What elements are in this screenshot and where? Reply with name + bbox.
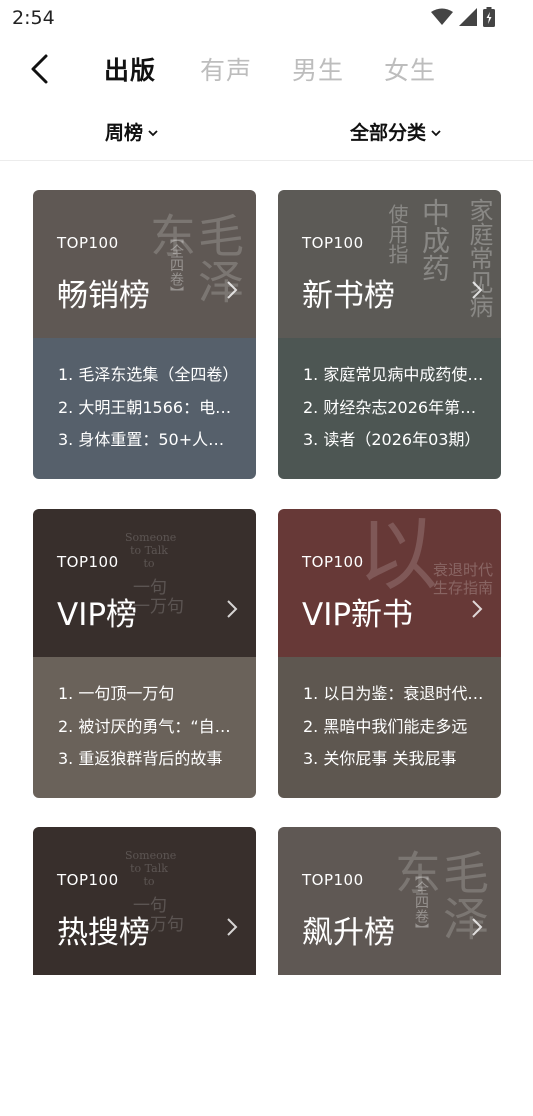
top-label: TOP100	[57, 871, 119, 889]
chevron-right-icon	[227, 281, 238, 299]
rank-item[interactable]: 3. 关你屁事 关我屁事	[303, 748, 485, 781]
card-title: 飙升榜	[302, 915, 395, 951]
card-header: 以 衰退时代 生存指南 TOP100 VIP新书	[278, 509, 501, 657]
period-dropdown[interactable]: 周榜	[105, 118, 158, 145]
top-label: TOP100	[57, 234, 119, 252]
tab-publish[interactable]: 出版	[104, 51, 156, 87]
tab-male[interactable]: 男生	[292, 51, 344, 87]
rank-item[interactable]: 1. 以日为鉴：衰退时代生存指南	[303, 683, 485, 716]
chevron-right-icon	[227, 918, 238, 936]
wifi-icon	[431, 8, 453, 25]
cover-art-subtitle: 使用指	[385, 204, 409, 264]
ranking-card-vip[interactable]: Someone to Talk to 一句 一万句 TOP100 VIP榜 1. 一…	[33, 509, 256, 798]
rank-item[interactable]: 2. 被讨厌的勇气：“自我启发之父”	[58, 716, 240, 749]
top-label: TOP100	[302, 553, 364, 571]
rank-list: 1. 家庭常见病中成药使用指南 2. 财经杂志2026年第1期 3. 读者（20…	[303, 364, 485, 462]
card-title: VIP新书	[302, 597, 414, 633]
category-dropdown[interactable]: 全部分类	[350, 118, 441, 145]
chevron-right-icon	[227, 600, 238, 618]
status-bar: 2:54	[0, 0, 533, 36]
card-list-area: 1. 毛泽东选集（全四卷） 2. 大明王朝1566：电视剧原著 3. 身体重置：…	[33, 338, 256, 479]
rank-item[interactable]: 1. 一句顶一万句	[58, 683, 240, 716]
ranking-card-rising[interactable]: 毛泽东 【全四卷】 TOP100 飙升榜	[278, 827, 501, 1116]
rank-item[interactable]: 3. 读者（2026年03期）	[303, 429, 485, 462]
rank-item[interactable]: 2. 大明王朝1566：电视剧原著	[58, 397, 240, 430]
back-arrow-icon	[31, 54, 48, 84]
tab-female[interactable]: 女生	[384, 51, 436, 87]
top-label: TOP100	[302, 871, 364, 889]
cover-art-title: 中成药	[418, 198, 451, 282]
cover-art: 毛泽东	[143, 212, 245, 304]
rank-list: 1. 以日为鉴：衰退时代生存指南 2. 黑暗中我们能走多远 3. 关你屁事 关我…	[303, 683, 485, 781]
chevron-right-icon	[472, 918, 483, 936]
card-header: Someone to Talk to 一句 一万句 TOP100 VIP榜	[33, 509, 256, 657]
status-icons	[431, 7, 495, 27]
rank-item[interactable]: 1. 家庭常见病中成药使用指南	[303, 364, 485, 397]
card-list-area: 1. 以日为鉴：衰退时代生存指南 2. 黑暗中我们能走多远 3. 关你屁事 关我…	[278, 657, 501, 798]
cover-art: 家庭常见病	[465, 198, 493, 318]
chevron-down-icon	[431, 129, 441, 136]
cover-art-title: 一句 一万句	[133, 578, 184, 617]
card-title: 新书榜	[302, 278, 395, 314]
period-label: 周榜	[105, 122, 144, 144]
ranking-card-vip-new[interactable]: 以 衰退时代生存指南 TOP100 VIP新书 1. 以日为鉴：衰退时代生存指南…	[278, 509, 501, 798]
card-title: 畅销榜	[57, 278, 150, 314]
tab-audio[interactable]: 有声	[200, 51, 252, 87]
signal-icon	[459, 8, 477, 26]
back-button[interactable]	[26, 52, 56, 86]
chevron-down-icon	[148, 129, 158, 136]
rank-item[interactable]: 3. 重返狼群背后的故事	[58, 748, 240, 781]
top-label: TOP100	[57, 553, 119, 571]
chevron-right-icon	[472, 281, 483, 299]
cover-art: Someone to Talk to	[125, 849, 177, 888]
cover-art: 毛泽东	[388, 849, 490, 941]
cover-art-subtitle: 【全四卷】	[168, 230, 184, 300]
rank-item[interactable]: 1. 毛泽东选集（全四卷）	[58, 364, 240, 397]
cover-art-subtitle: 衰退时代 生存指南	[432, 561, 493, 597]
filter-bar: 周榜 全部分类	[0, 104, 533, 161]
category-label: 全部分类	[350, 122, 427, 144]
top-nav: 出版 有声 男生 女生	[0, 38, 533, 102]
ranking-card-hot-search[interactable]: Someone to Talk to 一句 一万句 TOP100 热搜榜	[33, 827, 256, 1116]
rank-item[interactable]: 3. 身体重置：50+人群的健康指南	[58, 429, 240, 462]
status-time: 2:54	[12, 7, 55, 29]
cover-art: Someone to Talk to	[125, 531, 177, 570]
rank-list: 1. 一句顶一万句 2. 被讨厌的勇气：“自我启发之父” 3. 重返狼群背后的故…	[58, 683, 240, 781]
card-title: VIP榜	[57, 597, 138, 633]
rank-item[interactable]: 2. 财经杂志2026年第1期	[303, 397, 485, 430]
card-header: Someone to Talk to 一句 一万句 TOP100 热搜榜	[33, 827, 256, 975]
chevron-right-icon	[472, 600, 483, 618]
top-label: TOP100	[302, 234, 364, 252]
card-list-area: 1. 家庭常见病中成药使用指南 2. 财经杂志2026年第1期 3. 读者（20…	[278, 338, 501, 479]
ranking-card-bestseller[interactable]: 毛泽东 【全四卷】 TOP100 畅销榜 1. 毛泽东选集（全四卷） 2. 大明…	[33, 190, 256, 479]
cover-art-subtitle: 【全四卷】	[413, 867, 429, 937]
card-header: 毛泽东 【全四卷】 TOP100 飙升榜	[278, 827, 501, 975]
card-header: 家庭常见病 中成药 使用指 TOP100 新书榜	[278, 190, 501, 338]
ranking-card-new-books[interactable]: 家庭常见病 中成药 使用指 TOP100 新书榜 1. 家庭常见病中成药使用指南…	[278, 190, 501, 479]
rank-list: 1. 毛泽东选集（全四卷） 2. 大明王朝1566：电视剧原著 3. 身体重置：…	[58, 364, 240, 462]
rank-item[interactable]: 2. 黑暗中我们能走多远	[303, 716, 485, 749]
battery-icon	[483, 7, 495, 27]
cover-art: 以	[358, 509, 438, 601]
card-title: 热搜榜	[57, 915, 150, 951]
card-header: 毛泽东 【全四卷】 TOP100 畅销榜	[33, 190, 256, 338]
card-list-area: 1. 一句顶一万句 2. 被讨厌的勇气：“自我启发之父” 3. 重返狼群背后的故…	[33, 657, 256, 798]
